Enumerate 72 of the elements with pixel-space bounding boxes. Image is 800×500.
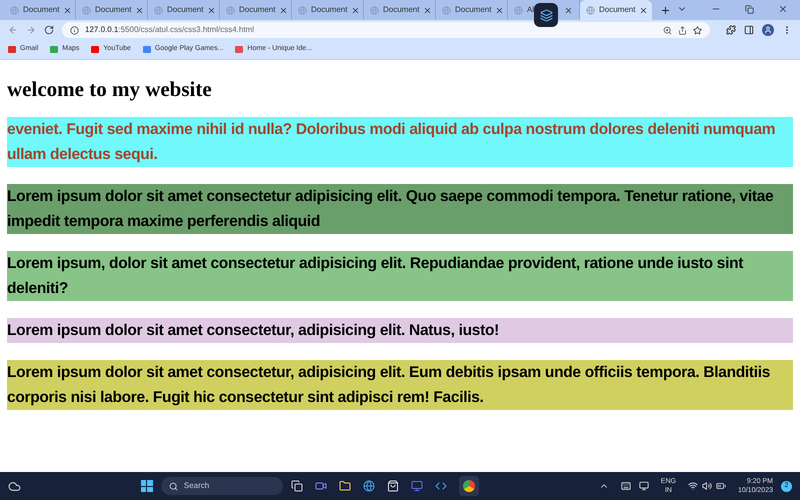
tab-title: Document (383, 4, 420, 16)
close-icon[interactable] (778, 4, 788, 14)
share-icon[interactable] (678, 26, 687, 34)
tab-title: Document (95, 4, 132, 16)
search-field[interactable]: Search (160, 477, 283, 495)
page-heading: welcome to my website (7, 76, 213, 102)
start-icon[interactable] (140, 480, 153, 492)
close-icon[interactable] (279, 6, 288, 14)
wifi-icon[interactable] (688, 481, 698, 491)
app-icon[interactable] (410, 480, 423, 492)
close-icon[interactable] (564, 6, 573, 14)
video-call-icon[interactable] (314, 480, 327, 492)
tab-title: Al (527, 4, 536, 16)
globe-icon (586, 6, 595, 14)
bookmark-favicon-icon (8, 46, 16, 53)
tab-title: Document (455, 4, 492, 16)
tab-title: Document (311, 4, 348, 16)
text-block: Lorem ipsum dolor sit amet consectetur, adipisicing elit. Natus, iusto! (7, 318, 793, 344)
bookmark-favicon-icon (50, 46, 58, 53)
task-view-icon[interactable] (290, 480, 303, 492)
globe-icon (370, 6, 379, 14)
bookmark-star-icon[interactable] (693, 26, 702, 34)
store-icon[interactable] (386, 480, 399, 492)
forward-icon[interactable] (26, 25, 36, 35)
text-block: eveniet. Fugit sed maxime nihil id nulla? Doloribus modi aliquid ab culpa nostrum dolores deleniti numquam ullam delectus sequi. (7, 117, 793, 168)
display-icon[interactable] (638, 481, 649, 491)
address-host: 127.0.0.1 (85, 24, 118, 36)
globe-icon (10, 6, 19, 14)
address-bar[interactable]: 127.0.0.1:5500/css/atul.css/css3.html/css4.html (62, 22, 710, 38)
floating-app-icon[interactable] (534, 3, 558, 27)
close-icon[interactable] (63, 6, 72, 14)
folder-icon[interactable] (338, 480, 351, 492)
reload-icon[interactable] (44, 25, 54, 35)
code-editor-icon[interactable] (434, 480, 447, 492)
close-icon[interactable] (207, 6, 216, 14)
browser-tab[interactable]: Document (580, 0, 652, 20)
globe-icon (298, 6, 307, 14)
bookmark-favicon-icon (142, 46, 151, 53)
tab-title: Document (599, 4, 636, 16)
extensions-icon[interactable] (726, 25, 736, 35)
volume-icon[interactable] (702, 481, 712, 491)
text-block: Lorem ipsum dolor sit amet consectetur adipisicing elit. Quo saepe commodi tempora. Tenetur ratione, vitae impedit tempora maxime perferendis aliquid (7, 184, 793, 234)
globe-icon (154, 6, 163, 14)
profile-avatar[interactable] (762, 24, 774, 36)
close-icon[interactable] (639, 6, 648, 14)
close-icon[interactable] (351, 6, 360, 14)
info-icon (70, 26, 79, 34)
close-icon[interactable] (135, 6, 144, 14)
search-icon (168, 482, 178, 490)
globe-icon (442, 6, 451, 14)
globe-icon (514, 6, 523, 14)
browser-icon[interactable] (362, 480, 375, 492)
new-tab-icon[interactable] (660, 5, 671, 16)
keyboard-icon[interactable] (620, 481, 631, 491)
zoom-icon[interactable] (663, 26, 672, 34)
weather-icon[interactable] (8, 480, 21, 492)
side-panel-icon[interactable] (744, 25, 754, 35)
restore-icon[interactable] (745, 5, 754, 14)
bookmark-favicon-icon (235, 46, 244, 53)
tab-title: Document (167, 4, 204, 16)
close-icon[interactable] (423, 6, 432, 14)
globe-icon (226, 6, 235, 14)
globe-icon (82, 6, 91, 14)
back-icon[interactable] (8, 25, 18, 35)
bookmark-favicon-icon (91, 46, 100, 53)
text-block: Lorem ipsum dolor sit amet consectetur, adipisicing elit. Eum debitis ipsam unde officiis tempora. Blanditiis corporis nisi labore. Fugit hic consectetur sint adipisci rem! Facilis. (7, 360, 793, 410)
close-icon[interactable] (495, 6, 504, 14)
tab-title: Document (23, 4, 60, 16)
text-block: Lorem ipsum, dolor sit amet consectetur adipisicing elit. Repudiandae provident, ratione unde iusto sint deleniti? (7, 251, 793, 302)
tab-title: Document (239, 4, 276, 16)
address-path: :5500/css/atul.css/css3.html/css4.html (118, 24, 254, 36)
battery-icon[interactable] (716, 481, 726, 491)
